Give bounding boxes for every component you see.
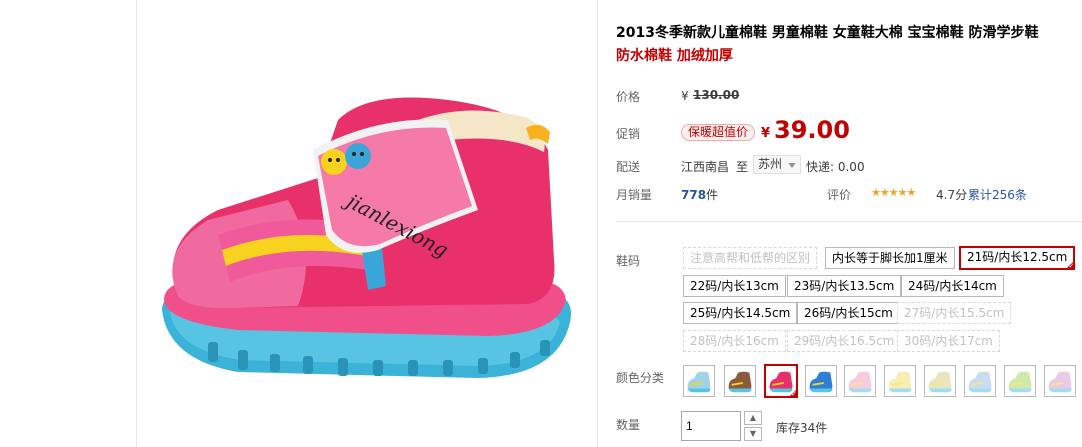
color-swatch[interactable] <box>724 365 756 397</box>
color-swatch[interactable] <box>683 365 715 397</box>
promotion-currency: ¥ <box>761 126 771 141</box>
shipping-to-label: 至 <box>736 160 749 174</box>
color-swatch[interactable] <box>924 365 956 397</box>
color-swatch[interactable] <box>844 365 876 397</box>
promotion-badge: 保暖超值价 <box>681 124 756 141</box>
size-option: 注意高帮和低帮的区别 <box>683 247 818 269</box>
product-title: 2013冬季新款儿童棉鞋 男童棉鞋 女童鞋大棉 宝宝棉鞋 防滑学步鞋 防水棉鞋 … <box>616 22 1066 68</box>
size-option-selected-label: 21码/内长12.5cm <box>967 250 1068 264</box>
sales-label: 月销量 <box>616 188 653 202</box>
color-swatch[interactable] <box>805 365 837 397</box>
shoe-thumbnail-icon <box>1008 371 1032 393</box>
color-swatch-selected[interactable]: ✓ <box>764 364 798 398</box>
quantity-decrease-button[interactable]: ▼ <box>744 427 762 441</box>
shipping-from: 江西南昌 <box>681 160 730 174</box>
product-info-panel: 2013冬季新款儿童棉鞋 男童棉鞋 女童鞋大棉 宝宝棉鞋 防滑学步鞋 防水棉鞋 … <box>598 0 1082 447</box>
size-option[interactable]: 24码/内长14cm <box>901 275 1004 297</box>
rating-label: 评价 <box>827 188 852 202</box>
size-option: 28码/内长16cm <box>683 330 786 352</box>
size-label: 鞋码 <box>616 254 641 268</box>
reviews-link[interactable]: 累计256条 <box>968 186 1027 203</box>
color-swatch[interactable] <box>1004 365 1036 397</box>
stock-text: 库存34件 <box>776 421 828 435</box>
shipping-label: 配送 <box>616 160 641 174</box>
shipping-city-value: 苏州 <box>758 157 783 171</box>
product-title-text: 2013冬季新款儿童棉鞋 男童棉鞋 女童鞋大棉 宝宝棉鞋 防滑学步鞋 <box>616 25 1039 41</box>
sales-count-wrap: 778件 <box>681 186 718 203</box>
original-price: 130.00 <box>693 88 740 102</box>
shoe-thumbnail-icon <box>888 371 912 393</box>
color-swatch[interactable] <box>884 365 916 397</box>
size-option[interactable]: 25码/内长14.5cm <box>683 302 798 324</box>
sales-count: 778 <box>681 188 707 202</box>
quantity-label: 数量 <box>616 418 641 432</box>
size-option: 27码/内长15.5cm <box>897 302 1012 324</box>
check-icon: ✓ <box>1068 262 1075 270</box>
size-option[interactable]: 内长等于脚长加1厘米 <box>825 247 955 269</box>
size-option[interactable]: 22码/内长13cm <box>683 275 786 297</box>
color-label: 颜色分类 <box>616 371 665 385</box>
shoe-thumbnail-icon <box>687 371 711 393</box>
price-label: 价格 <box>616 90 641 104</box>
size-option[interactable]: 23码/内长13.5cm <box>787 275 902 297</box>
shoe-thumbnail-icon <box>928 371 952 393</box>
size-option-selected[interactable]: 21码/内长12.5cm ✓ <box>959 246 1076 270</box>
shoe-thumbnail-icon <box>809 371 833 393</box>
shipping-fee: 快递: 0.00 <box>806 160 865 174</box>
color-swatch[interactable] <box>1044 365 1076 397</box>
price-currency: ¥ <box>681 89 689 103</box>
size-option[interactable]: 26码/内长15cm <box>797 302 900 324</box>
image-gallery: jianlexiong <box>0 0 598 447</box>
size-option: 30码/内长17cm <box>897 330 1000 352</box>
section-divider <box>616 221 1082 222</box>
shipping-city-select[interactable]: 苏州 <box>753 155 802 174</box>
gallery-border-left <box>136 0 137 447</box>
sales-unit: 件 <box>706 188 719 202</box>
shoe-thumbnail-icon <box>968 371 992 393</box>
promotion-label: 促销 <box>616 127 641 141</box>
quantity-input[interactable] <box>681 411 741 441</box>
check-icon: ✓ <box>791 390 797 398</box>
rating-stars-icon: ★★★★★ <box>871 186 916 199</box>
shoe-thumbnail-icon <box>848 371 872 393</box>
shoe-thumbnail-icon <box>728 371 752 393</box>
color-swatch[interactable] <box>964 365 996 397</box>
promotion-price: 39.00 <box>774 116 850 144</box>
size-option: 29码/内长16.5cm <box>787 330 902 352</box>
shoe-thumbnail-icon <box>1048 371 1072 393</box>
chevron-down-icon <box>788 163 797 168</box>
quantity-increase-button[interactable]: ▲ <box>744 411 762 425</box>
product-main-image[interactable]: jianlexiong <box>148 60 588 390</box>
product-promo-text: 防水棉鞋 加绒加厚 <box>616 48 733 64</box>
rating-score: 4.7分 <box>936 188 968 202</box>
